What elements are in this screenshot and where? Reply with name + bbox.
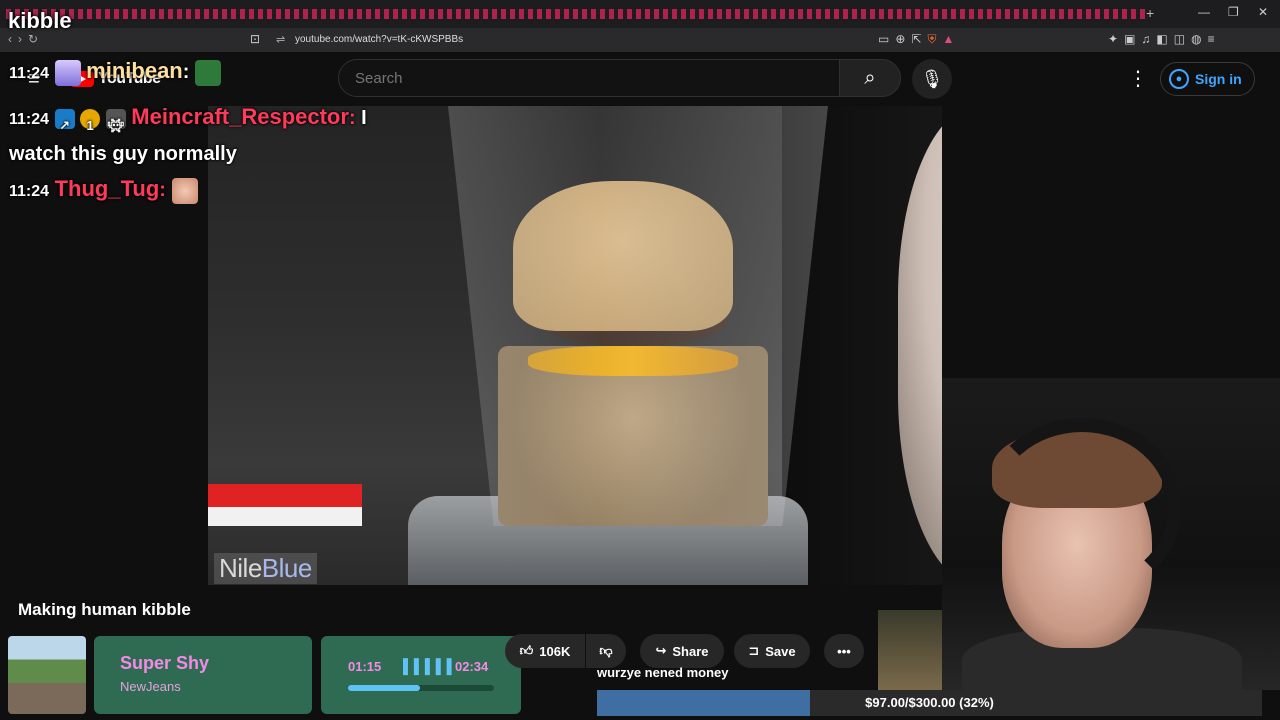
more-horiz-icon: ••• bbox=[837, 643, 851, 659]
url-field[interactable]: youtube.com/watch?v=tK-cKWSPBBs bbox=[295, 34, 463, 45]
chat-username: Thug_Tug bbox=[54, 176, 160, 201]
blender-jar bbox=[448, 106, 828, 526]
share-button[interactable]: ↪ Share bbox=[640, 634, 724, 668]
chat-username: minibean bbox=[86, 58, 183, 83]
bookmark-icon[interactable]: ⊡ bbox=[250, 32, 260, 46]
song-progress-widget: 01:15 ▌▌▌▌▌ 02:34 bbox=[321, 636, 521, 714]
save-button[interactable]: ⊐ Save bbox=[734, 634, 810, 668]
site-settings-icon[interactable]: ⇌ bbox=[276, 33, 285, 46]
space-invader-icon: 👾︎ bbox=[105, 108, 126, 133]
brave-shield-icon[interactable]: ⛨ bbox=[927, 32, 942, 46]
now-playing-widget: Super Shy NewJeans bbox=[94, 636, 312, 714]
video-title: Making human kibble bbox=[18, 600, 191, 619]
user-emote-icon bbox=[54, 59, 81, 86]
forward-icon[interactable]: › bbox=[18, 32, 28, 46]
chat-message: 11:24 minibean: bbox=[9, 58, 221, 86]
donation-goal-bar: $97.00/$300.00 (32%) bbox=[597, 690, 1262, 716]
new-tab-button[interactable]: + bbox=[1146, 5, 1154, 21]
share-label: Share bbox=[672, 643, 709, 659]
chat-message: 11:24 Thug_Tug: bbox=[9, 176, 198, 204]
chat-username: Meincraft_Respector bbox=[131, 104, 349, 129]
search-input[interactable] bbox=[338, 59, 840, 97]
close-window-button[interactable]: ✕ bbox=[1258, 5, 1268, 19]
thumbs-up-icon: 👍︎ bbox=[519, 643, 534, 658]
more-actions-button[interactable]: ••• bbox=[824, 634, 864, 668]
music-icon[interactable]: ♫ bbox=[1141, 32, 1156, 46]
settings-more-icon[interactable]: ⋮ bbox=[1128, 66, 1148, 91]
nav-buttons[interactable]: ‹›↻ bbox=[8, 32, 44, 46]
extensions-icon[interactable]: ✦ bbox=[1108, 32, 1124, 46]
like-count: 106K bbox=[539, 643, 571, 659]
screen-icon[interactable]: ▭ bbox=[878, 32, 895, 46]
microphone-icon: 🎙︎ bbox=[920, 68, 944, 89]
song-title: Super Shy bbox=[120, 653, 210, 673]
address-bar: ‹›↻ ⊡ ⇌ youtube.com/watch?v=tK-cKWSPBBs … bbox=[0, 28, 1280, 52]
chat-time: 11:24 bbox=[9, 183, 50, 200]
user-icon: ● bbox=[1169, 69, 1189, 89]
goal-label: wurzye nened money bbox=[597, 665, 729, 680]
browser-menu-icon[interactable]: ≡ bbox=[1208, 32, 1221, 46]
song-progress-fill bbox=[348, 685, 420, 691]
share-icon: ↪ bbox=[655, 643, 667, 658]
reload-icon[interactable]: ↻ bbox=[28, 32, 44, 46]
song-artist: NewJeans bbox=[120, 679, 181, 694]
streamer-webcam bbox=[942, 378, 1280, 690]
headphones-icon bbox=[982, 418, 1182, 598]
panel-icon[interactable]: ◧ bbox=[1156, 32, 1173, 46]
maximize-button[interactable]: ❐ bbox=[1228, 5, 1239, 19]
equalizer-icon: ▌▌▌▌▌ bbox=[403, 658, 458, 674]
red-box bbox=[208, 484, 362, 526]
stream-title: kibble bbox=[8, 8, 72, 33]
sub-badge-icon: 1 bbox=[80, 108, 101, 133]
sign-in-button[interactable]: ● Sign in bbox=[1160, 62, 1255, 96]
tab-strip[interactable] bbox=[6, 9, 1146, 19]
back-icon[interactable]: ‹ bbox=[8, 32, 18, 46]
sign-in-label: Sign in bbox=[1195, 71, 1242, 87]
zoom-icon[interactable]: ⊕ bbox=[895, 32, 911, 46]
save-label: Save bbox=[765, 643, 796, 659]
sidebar-icon[interactable]: ▣ bbox=[1124, 32, 1141, 46]
share-page-icon[interactable]: ⇱ bbox=[911, 32, 927, 46]
rewards-icon[interactable]: ▲ bbox=[942, 32, 960, 46]
watermark-part-1: Nile bbox=[219, 553, 262, 583]
chat-separator: : bbox=[182, 61, 190, 83]
search-icon: ⌕ bbox=[864, 66, 876, 89]
donation-goal-text: $97.00/$300.00 (32%) bbox=[865, 695, 994, 710]
song-duration: 02:34 bbox=[455, 659, 489, 674]
chat-message: 11:24 ↗ 1 👾︎ Meincraft_Respector: I watc… bbox=[9, 100, 409, 171]
search-button[interactable]: ⌕ bbox=[839, 59, 901, 97]
minimize-button[interactable]: — bbox=[1198, 5, 1210, 19]
address-bar-actions[interactable]: ▭⊕⇱⛨▲ bbox=[878, 32, 960, 47]
chat-separator: : bbox=[348, 107, 356, 129]
song-elapsed: 01:15 bbox=[348, 659, 382, 674]
chat-separator: : bbox=[159, 179, 166, 201]
thumbs-down-icon: 👎︎ bbox=[599, 643, 613, 658]
wallet-icon[interactable]: ◫ bbox=[1174, 32, 1191, 46]
chat-time: 11:24 bbox=[9, 65, 50, 82]
like-button[interactable]: 👍︎ 106K bbox=[505, 634, 585, 668]
watermark-part-2: Blue bbox=[261, 553, 313, 583]
bookmark-save-icon: ⊐ bbox=[748, 643, 760, 658]
frog-emote-icon bbox=[194, 59, 221, 86]
chat-time: 11:24 bbox=[9, 111, 50, 128]
dislike-button[interactable]: 👎︎ bbox=[586, 634, 626, 668]
voice-search-button[interactable]: 🎙︎ bbox=[912, 59, 952, 99]
browser-tab-bar: + — ❐ ✕ bbox=[0, 0, 1280, 28]
channel-watermark: NileBlue bbox=[214, 553, 317, 584]
song-progress-track bbox=[348, 685, 494, 691]
face-emote-icon bbox=[171, 177, 198, 204]
badge-icon: ↗ bbox=[54, 108, 75, 133]
vpn-icon[interactable]: ◍ bbox=[1191, 32, 1207, 46]
video-player[interactable]: NileBlue bbox=[208, 106, 942, 585]
channel-thumbnail[interactable] bbox=[8, 636, 86, 714]
extension-icons[interactable]: ✦▣♫◧◫◍≡ bbox=[1108, 32, 1221, 46]
